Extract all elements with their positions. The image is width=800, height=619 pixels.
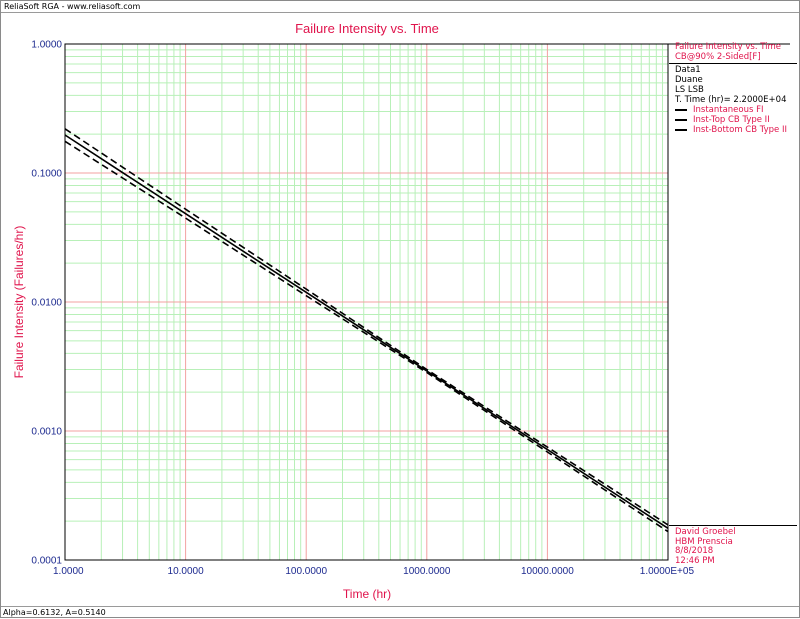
legend-swatch bbox=[675, 129, 687, 131]
footer-divider bbox=[669, 525, 797, 526]
y-tick-label: 0.1000 bbox=[31, 169, 62, 180]
legend-swatch bbox=[675, 119, 687, 121]
y-axis-label: Failure Intensity (Failures/hr) bbox=[12, 226, 26, 379]
x-axis-label: Time (hr) bbox=[343, 587, 391, 601]
x-tick-label: 1000.0000 bbox=[403, 566, 451, 577]
legend-item: Inst-Bottom CB Type II bbox=[675, 125, 790, 135]
x-tick-label: 10.0000 bbox=[168, 566, 205, 577]
legend-item-label: Inst-Top CB Type II bbox=[693, 115, 770, 125]
plot-window: ReliaSoft RGA - www.reliasoft.com 1.0000… bbox=[0, 0, 800, 618]
y-tick-label: 0.0100 bbox=[31, 298, 62, 309]
chart-title: Failure Intensity vs. Time bbox=[295, 21, 439, 36]
legend-method: LS LSB bbox=[675, 85, 704, 95]
footer-time: 12:46 PM bbox=[675, 555, 715, 566]
legend-item-label: Inst-Bottom CB Type II bbox=[693, 125, 788, 135]
x-tick-label: 1.0000 bbox=[53, 566, 84, 577]
legend-swatch bbox=[675, 109, 687, 111]
legend-user: Duane bbox=[675, 75, 703, 85]
confidence-bound-line bbox=[64, 128, 669, 526]
footer-panel: David Groebel HBM Prenscia 8/8/2018 12:4… bbox=[669, 525, 797, 566]
legend-title: Failure Intensity vs. Time bbox=[675, 42, 782, 52]
x-tick-label: 100.0000 bbox=[285, 566, 327, 577]
legend-cb-label: CB@90% 2-Sided[F] bbox=[675, 52, 761, 62]
x-tick-label: 1.0000E+05 bbox=[640, 566, 695, 577]
legend-total-time: T. Time (hr)= 2.2000E+04 bbox=[675, 95, 787, 105]
y-tick-label: 0.0001 bbox=[31, 556, 62, 567]
y-tick-label: 0.0010 bbox=[31, 427, 62, 438]
legend-divider bbox=[669, 63, 797, 64]
confidence-bound-line bbox=[64, 140, 669, 533]
legend-data-name: Data1 bbox=[675, 65, 701, 75]
y-tick-label: 1.0000 bbox=[31, 40, 62, 51]
status-bar: Alpha=0.6132, A=0.5140 bbox=[1, 606, 799, 617]
status-text: Alpha=0.6132, A=0.5140 bbox=[3, 608, 106, 617]
legend-panel: Failure Intensity vs. Time CB@90% 2-Side… bbox=[669, 42, 797, 135]
legend-item: Instantaneous FI bbox=[675, 105, 790, 115]
instantaneous-fi-line bbox=[64, 134, 669, 529]
x-tick-label: 10000.0000 bbox=[521, 566, 574, 577]
legend-item: Inst-Top CB Type II bbox=[675, 115, 790, 125]
legend-item-label: Instantaneous FI bbox=[693, 105, 764, 115]
